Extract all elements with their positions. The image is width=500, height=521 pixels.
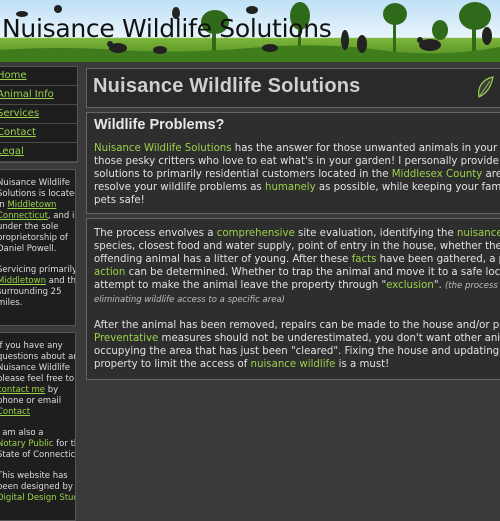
credit-text: This website has been designed by Digita… xyxy=(0,471,75,504)
about-line: Solutions is located xyxy=(0,189,76,199)
main-content: Nuisance Wildlife Solutions Wildlife Pro… xyxy=(86,68,500,380)
notary-line: for the xyxy=(56,439,75,449)
text-span: After the animal has been removed, repai… xyxy=(94,320,500,331)
sidebar: Home Animal Info Services Contact Legal … xyxy=(0,66,78,521)
exclusion-link[interactable]: exclusion xyxy=(386,280,434,291)
middletown-link[interactable]: Middletown xyxy=(7,200,56,210)
exclusion-note: (the process of xyxy=(444,281,500,291)
text-span: resolve your wildlife problems as xyxy=(94,182,265,193)
text-span: site evaluation, identifying the xyxy=(294,228,457,239)
text-span: species, closest food and water supply, … xyxy=(94,241,500,252)
text-span: as possible, while keeping your family a… xyxy=(318,182,500,193)
contact-line: If you have any xyxy=(0,341,63,351)
contact-text: If you have any questions about any Nuis… xyxy=(0,341,75,418)
text-span: property to limit the access of xyxy=(94,359,251,370)
about-line: proprietorship of xyxy=(0,233,68,243)
preventative-link[interactable]: Preventative xyxy=(94,333,158,344)
contact-line: by xyxy=(45,385,59,395)
nuisance-wildlife-link[interactable]: nuisance wildlife xyxy=(251,359,336,370)
repairs-paragraph: After the animal has been removed, repai… xyxy=(94,319,500,371)
contact-me-link[interactable]: contact me xyxy=(0,385,45,395)
text-span: area. I xyxy=(485,169,500,180)
about-line: under the sole xyxy=(0,222,59,232)
exclusion-note: eliminating wildlife access to a specifi… xyxy=(94,295,285,305)
text-span: ". xyxy=(433,280,445,291)
contact-box: If you have any questions about any Nuis… xyxy=(0,332,76,521)
text-span: is a must! xyxy=(335,359,390,370)
credit-line: been designed by xyxy=(0,482,73,492)
service-area-text: Servicing primarily Middletown and the s… xyxy=(0,265,76,309)
contact-line: phone or email xyxy=(0,396,62,406)
text-span: pets safe! xyxy=(94,195,145,206)
contact-link[interactable]: Contact xyxy=(0,407,30,417)
text-span: has the answer for those unwanted animal… xyxy=(234,143,500,154)
about-line: Nuisance Wildlife xyxy=(0,178,71,188)
title-box: Nuisance Wildlife Solutions xyxy=(86,68,500,108)
process-section: The process envolves a comprehensive sit… xyxy=(86,218,500,380)
notary-text: I am also a Notary Public for the State … xyxy=(0,428,76,461)
nav-item-animal-info[interactable]: Animal Info xyxy=(0,86,77,105)
page-title: Nuisance Wildlife Solutions xyxy=(93,75,361,97)
nav-item-legal[interactable]: Legal xyxy=(0,143,77,162)
text-span: can be determined. Whether to trap the a… xyxy=(125,267,500,278)
notary-line: I am also a xyxy=(0,428,44,438)
site-banner: Nuisance Wildlife Solutions xyxy=(0,0,500,62)
section-heading: Wildlife Problems? xyxy=(94,117,225,133)
nav-item-contact[interactable]: Contact xyxy=(0,124,77,143)
service-line: surrounding 25 xyxy=(0,287,62,297)
main-nav: Home Animal Info Services Contact Legal xyxy=(0,66,78,163)
about-text: Nuisance Wildlife Solutions is located i… xyxy=(0,178,76,255)
text-span: attempt to make the animal leave the pro… xyxy=(94,280,387,291)
text-span: offending animal has a litter of young. … xyxy=(94,254,352,265)
nws-link[interactable]: Nuisance Wildlife Solutions xyxy=(94,143,232,154)
intro-paragraph: Nuisance Wildlife Solutions has the answ… xyxy=(94,142,500,207)
connecticut-link[interactable]: Connecticut xyxy=(0,211,48,221)
about-box: Nuisance Wildlife Solutions is located i… xyxy=(0,169,76,326)
credit-line: This website has xyxy=(0,471,68,481)
text-span: those pesky critters who love to eat wha… xyxy=(94,156,499,167)
designer-link[interactable]: Digital Design Studio xyxy=(0,493,75,503)
nav-item-services[interactable]: Services xyxy=(0,105,77,124)
humanely-link[interactable]: humanely xyxy=(265,182,316,193)
text-span: The process envolves a xyxy=(94,228,217,239)
contact-line: questions about any xyxy=(0,352,75,362)
notary-public-link[interactable]: Notary Public xyxy=(0,439,53,449)
process-paragraph: The process envolves a comprehensive sit… xyxy=(94,227,500,307)
text-span: measures should not be underestimated, y… xyxy=(158,333,500,344)
leaf-icon xyxy=(478,76,494,98)
nuisance-wildlife-link[interactable]: nuisance wildlife xyxy=(457,228,500,239)
about-line: , and is xyxy=(47,211,76,221)
about-line: Daniel Powell. xyxy=(0,244,57,254)
wildlife-problems-section: Wildlife Problems? Nuisance Wildlife Sol… xyxy=(86,112,500,214)
facts-link[interactable]: facts xyxy=(352,254,377,265)
notary-line: State of Connecticut. xyxy=(0,450,76,460)
nav-item-home[interactable]: Home xyxy=(0,67,77,86)
service-line: miles. xyxy=(0,298,23,308)
service-line: Servicing primarily xyxy=(0,265,76,275)
contact-line: please feel free to xyxy=(0,374,75,384)
contact-line: Nuisance Wildlife xyxy=(0,363,71,373)
text-span: have been gathered, a plan of xyxy=(379,254,500,265)
middlesex-county-link[interactable]: Middlesex County xyxy=(392,169,483,180)
comprehensive-link[interactable]: comprehensive xyxy=(217,228,295,239)
middletown-link[interactable]: Middletown xyxy=(0,276,46,286)
action-link[interactable]: action xyxy=(94,267,125,278)
text-span: occupying the area that has just been "c… xyxy=(94,346,500,357)
service-line: and the xyxy=(48,276,76,286)
banner-title: Nuisance Wildlife Solutions xyxy=(2,14,332,43)
text-span: solutions to primarily residential custo… xyxy=(94,169,392,180)
